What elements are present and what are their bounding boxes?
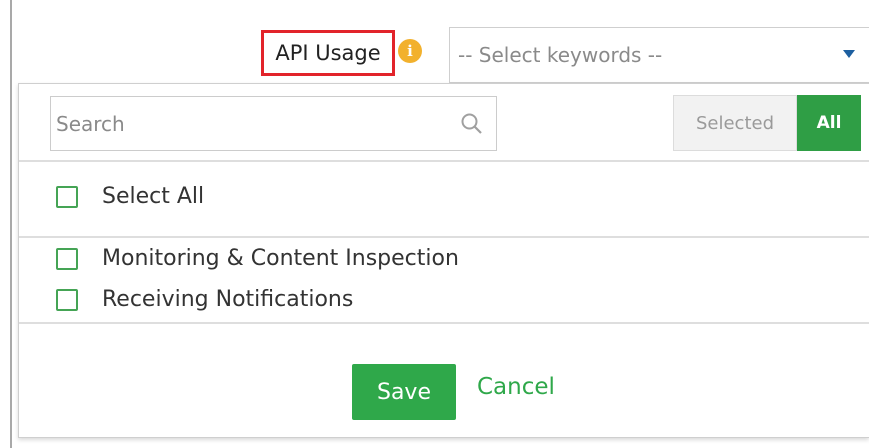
- option-row-monitoring[interactable]: Monitoring & Content Inspection: [56, 246, 459, 271]
- toggle-all-button[interactable]: All: [797, 95, 861, 151]
- search-input[interactable]: [51, 110, 448, 137]
- keywords-select[interactable]: -- Select keywords --: [449, 27, 869, 83]
- api-usage-label: API Usage: [275, 41, 381, 65]
- divider: [19, 236, 869, 238]
- info-icon[interactable]: i: [398, 39, 422, 63]
- keywords-select-placeholder: -- Select keywords --: [458, 43, 663, 67]
- save-button[interactable]: Save: [352, 364, 456, 420]
- option-checkbox-monitoring[interactable]: [56, 247, 78, 270]
- window-left-border: [10, 0, 12, 448]
- option-row-notifications[interactable]: Receiving Notifications: [56, 287, 353, 312]
- selected-all-toggle: Selected All: [673, 95, 861, 151]
- api-usage-label-highlight: API Usage: [261, 30, 395, 76]
- option-checkbox-notifications[interactable]: [56, 288, 78, 311]
- cancel-button[interactable]: Cancel: [477, 374, 555, 400]
- search-field[interactable]: [50, 96, 497, 151]
- select-all-checkbox[interactable]: [56, 185, 78, 208]
- option-label-notifications: Receiving Notifications: [102, 287, 354, 312]
- keywords-dropdown-panel: Selected All Select All Monitoring & Con…: [18, 83, 869, 438]
- divider: [19, 322, 869, 324]
- toggle-selected-button[interactable]: Selected: [673, 95, 797, 151]
- option-label-monitoring: Monitoring & Content Inspection: [102, 246, 459, 271]
- divider: [19, 160, 869, 162]
- caret-down-icon[interactable]: [843, 50, 855, 58]
- search-icon[interactable]: [459, 111, 485, 137]
- select-all-label: Select All: [102, 184, 205, 209]
- select-all-row[interactable]: Select All: [56, 184, 204, 209]
